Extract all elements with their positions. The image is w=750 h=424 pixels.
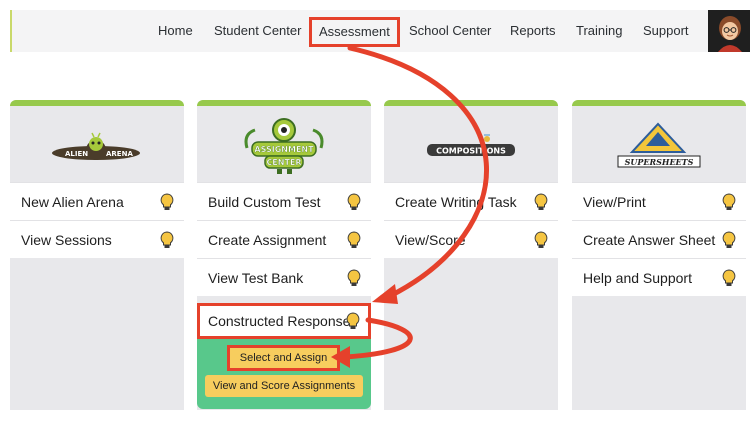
item-label: Build Custom Test	[208, 194, 321, 210]
list-item[interactable]: View/Print	[572, 182, 746, 220]
lightbulb-icon[interactable]	[160, 231, 174, 249]
list-item[interactable]: View Test Bank	[197, 258, 371, 296]
nav-home[interactable]: Home	[158, 23, 193, 38]
svg-text:ALIEN: ALIEN	[65, 150, 88, 158]
card-compositions: COMPOSITIONS Create Writing Task View/Sc…	[384, 100, 558, 410]
list-item[interactable]: New Alien Arena	[10, 182, 184, 220]
lightbulb-icon[interactable]	[347, 193, 361, 211]
nav-student-center[interactable]: Student Center	[214, 23, 301, 38]
constructed-response-panel: Select and Assign View and Score Assignm…	[197, 339, 371, 409]
constructed-response-item[interactable]: Constructed Response	[197, 303, 371, 339]
item-label: View Test Bank	[208, 270, 304, 286]
alien-arena-logo: ALIEN ARENA	[10, 106, 184, 182]
nav-school-center[interactable]: School Center	[409, 23, 491, 38]
item-label: Constructed Response	[208, 313, 351, 329]
nav-assessment[interactable]: Assessment	[309, 17, 400, 47]
assignment-center-logo: ASSIGNMENT CENTER	[197, 106, 371, 182]
card-alien-arena: ALIEN ARENA New Alien Arena View Session…	[10, 100, 184, 410]
item-label: Help and Support	[583, 270, 692, 286]
list-item[interactable]: Create Writing Task	[384, 182, 558, 220]
lightbulb-icon[interactable]	[160, 193, 174, 211]
lightbulb-icon[interactable]	[347, 231, 361, 249]
list-item[interactable]: View/Score	[384, 220, 558, 258]
item-label: View/Score	[395, 232, 466, 248]
item-label: Create Assignment	[208, 232, 327, 248]
list-item[interactable]: Build Custom Test	[197, 182, 371, 220]
avatar[interactable]	[708, 10, 750, 52]
lightbulb-icon[interactable]	[722, 193, 736, 211]
lightbulb-icon[interactable]	[534, 193, 548, 211]
nav-training[interactable]: Training	[576, 23, 622, 38]
list-item[interactable]: Create Assignment	[197, 220, 371, 258]
svg-text:ASSIGNMENT: ASSIGNMENT	[254, 145, 314, 154]
list-item[interactable]: View Sessions	[10, 220, 184, 258]
select-and-assign-button[interactable]: Select and Assign	[227, 345, 340, 371]
compositions-logo: COMPOSITIONS	[384, 106, 558, 182]
lightbulb-icon[interactable]	[534, 231, 548, 249]
svg-text:ARENA: ARENA	[106, 150, 133, 158]
supersheets-logo: SUPERSHEETS	[572, 106, 746, 182]
svg-text:SUPERSHEETS: SUPERSHEETS	[625, 157, 694, 167]
item-label: New Alien Arena	[21, 194, 124, 210]
item-label: View Sessions	[21, 232, 112, 248]
item-label: View/Print	[583, 194, 646, 210]
item-label: Create Answer Sheet	[583, 232, 716, 248]
lightbulb-icon[interactable]	[347, 269, 361, 287]
nav-support[interactable]: Support	[643, 23, 689, 38]
item-label: Create Writing Task	[395, 194, 517, 210]
card-supersheets: SUPERSHEETS View/Print Create Answer She…	[572, 100, 746, 410]
nav-reports[interactable]: Reports	[510, 23, 556, 38]
lightbulb-icon[interactable]	[722, 269, 736, 287]
view-and-score-assignments-button[interactable]: View and Score Assignments	[205, 375, 363, 397]
list-item[interactable]: Create Answer Sheet	[572, 220, 746, 258]
top-nav: Home Student Center Assessment School Ce…	[10, 10, 750, 52]
user-avatar-icon	[708, 10, 750, 52]
lightbulb-icon[interactable]	[346, 312, 360, 330]
lightbulb-icon[interactable]	[722, 231, 736, 249]
list-item[interactable]: Help and Support	[572, 258, 746, 296]
svg-text:CENTER: CENTER	[266, 158, 301, 167]
svg-text:COMPOSITIONS: COMPOSITIONS	[436, 147, 506, 156]
